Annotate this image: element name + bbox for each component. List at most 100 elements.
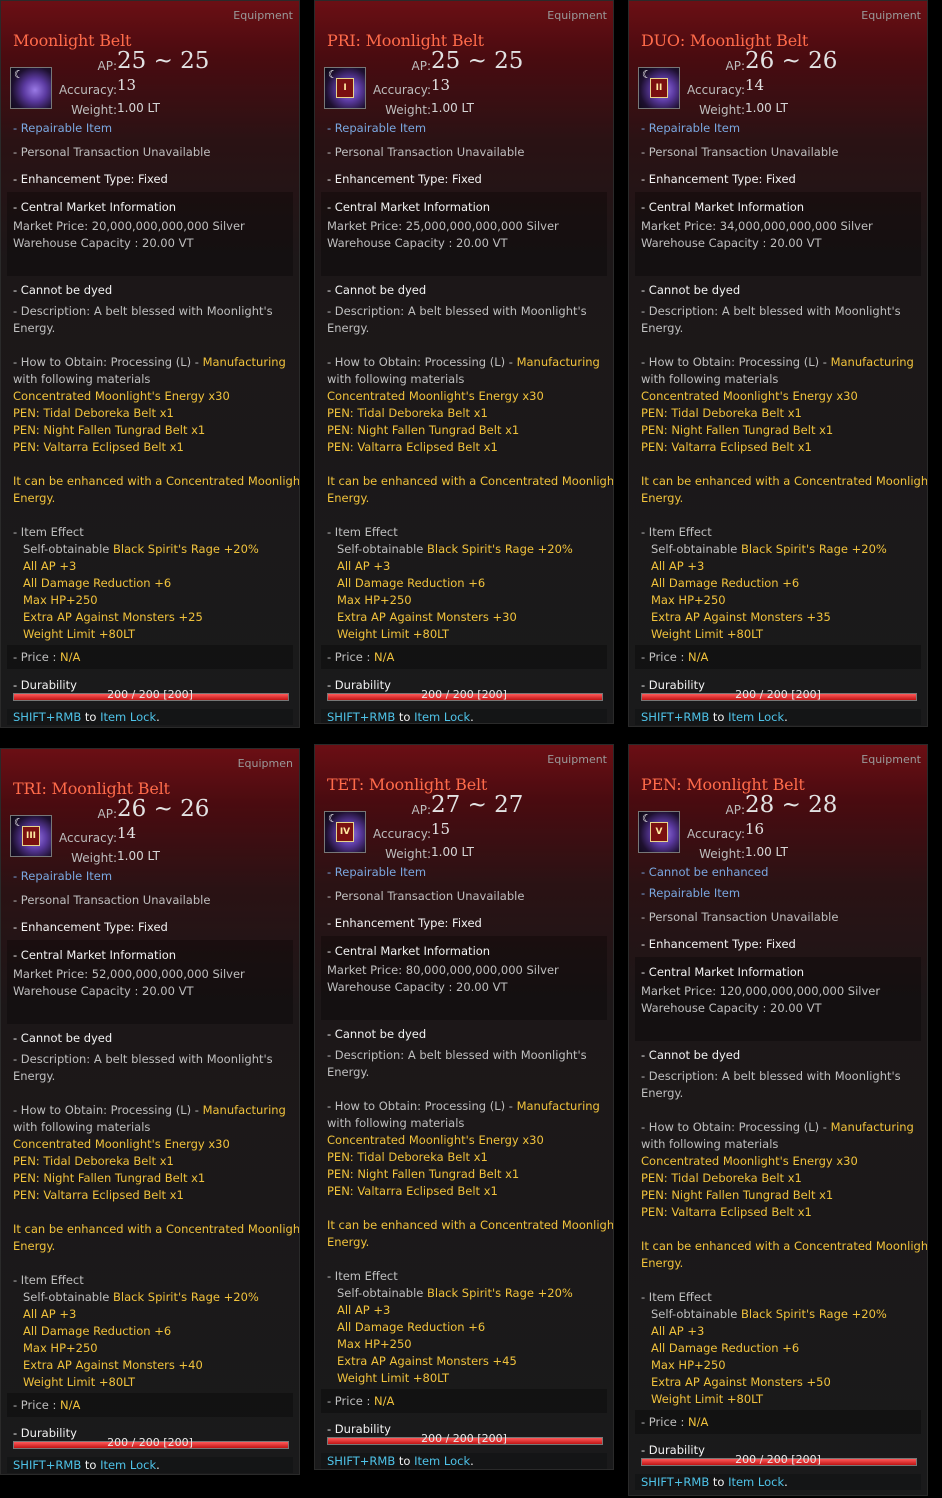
item-lock-hint-text: . bbox=[784, 1475, 788, 1489]
market-price: Market Price: 80,000,000,000,000 Silver bbox=[327, 963, 559, 977]
accuracy-value: 14 bbox=[745, 76, 765, 94]
material-1: Concentrated Moonlight's Energy x30 bbox=[641, 1154, 858, 1168]
description-line1-text: - Description: A belt blessed with Moonl… bbox=[641, 1069, 901, 1083]
weight-label: Weight: bbox=[385, 103, 431, 117]
market-info-title: - Central Market Information bbox=[641, 200, 804, 214]
material-1: Concentrated Moonlight's Energy x30 bbox=[327, 389, 544, 403]
cannot-enhance-text-text: - Cannot be enhanced bbox=[641, 865, 769, 879]
item-lock-hint-text: SHIFT+RMB bbox=[13, 710, 82, 724]
item-lock-hint-text: to bbox=[81, 1458, 101, 1472]
effect-weight-limit: Weight Limit +80LT bbox=[651, 627, 763, 641]
enhancement-type-text: - Enhancement Type: Fixed bbox=[641, 172, 796, 186]
obtain-line1-text: Manufacturing bbox=[202, 1103, 286, 1117]
enhance-note-line2: Energy. bbox=[13, 1239, 55, 1253]
effect-weight-limit-text: Weight Limit +80LT bbox=[337, 627, 450, 641]
effect-damage-reduction: All Damage Reduction +6 bbox=[23, 1324, 171, 1338]
item-lock-hint-text: SHIFT+RMB bbox=[327, 1454, 396, 1468]
material-3: PEN: Night Fallen Tungrad Belt x1 bbox=[327, 1167, 519, 1181]
market-info-title-text: - Central Market Information bbox=[327, 944, 491, 958]
accuracy-label: Accuracy: bbox=[373, 827, 431, 841]
durability-value: 200 / 200 [200] bbox=[107, 1436, 193, 1449]
effect-extra-ap-text: Extra AP Against Monsters +30 bbox=[337, 610, 517, 624]
material-1: Concentrated Moonlight's Energy x30 bbox=[641, 389, 858, 403]
enhancement-type-text: - Enhancement Type: Fixed bbox=[327, 172, 482, 186]
obtain-line1-text: - How to Obtain: Processing (L) - bbox=[327, 1099, 517, 1113]
enhance-note-line2-text: Energy. bbox=[13, 1239, 56, 1253]
item-lock-hint-text: Item Lock bbox=[100, 710, 157, 724]
transaction-text-text: - Personal Transaction Unavailable bbox=[641, 910, 839, 924]
warehouse-capacity: Warehouse Capacity : 20.00 VT bbox=[13, 984, 193, 998]
item-lock-hint: SHIFT+RMB to Item Lock. bbox=[321, 1453, 607, 1469]
price-row-text: - Price : bbox=[641, 1415, 689, 1429]
material-2-text: PEN: Tidal Deboreka Belt x1 bbox=[641, 406, 802, 420]
enhancement-type-text-text: - Enhancement Type: Fixed bbox=[13, 172, 168, 186]
effect-all-ap-text: All AP +3 bbox=[23, 1307, 77, 1321]
description-line2: Energy. bbox=[641, 1086, 683, 1100]
effect-all-ap: All AP +3 bbox=[651, 1324, 704, 1338]
effect-max-hp: Max HP+250 bbox=[651, 1358, 726, 1372]
effect-damage-reduction: All Damage Reduction +6 bbox=[651, 1341, 799, 1355]
ap-value: 25 ~ 25 bbox=[117, 48, 210, 74]
repairable-text: - Repairable Item bbox=[13, 121, 112, 135]
description-line1-text: - Description: A belt blessed with Moonl… bbox=[641, 304, 901, 318]
obtain-line2-text: with following materials bbox=[13, 1120, 151, 1134]
market-price: Market Price: 52,000,000,000,000 Silver bbox=[13, 967, 245, 981]
obtain-line2: with following materials bbox=[641, 1137, 778, 1151]
description-line2: Energy. bbox=[13, 321, 55, 335]
price-row-text: N/A bbox=[688, 1415, 709, 1429]
market-info-title: - Central Market Information bbox=[13, 200, 176, 214]
effect-extra-ap: Extra AP Against Monsters +30 bbox=[337, 610, 517, 624]
effect-max-hp: Max HP+250 bbox=[23, 1341, 98, 1355]
description-line2: Energy. bbox=[327, 1065, 369, 1079]
enhance-note-line1: It can be enhanced with a Concentrated M… bbox=[641, 1239, 928, 1253]
effect-extra-ap-text: Extra AP Against Monsters +45 bbox=[337, 1354, 517, 1368]
material-4: PEN: Valtarra Eclipsed Belt x1 bbox=[13, 440, 184, 454]
price-row-text: - Price : bbox=[327, 650, 375, 664]
dye-text-text: - Cannot be dyed bbox=[327, 1027, 427, 1041]
material-1-text: Concentrated Moonlight's Energy x30 bbox=[13, 389, 230, 403]
item-lock-hint-text: Item Lock bbox=[728, 710, 785, 724]
weight-label: Weight: bbox=[385, 847, 431, 861]
obtain-line1: - How to Obtain: Processing (L) - Manufa… bbox=[13, 1103, 286, 1117]
material-4-text: PEN: Valtarra Eclipsed Belt x1 bbox=[641, 440, 812, 454]
item-lock-hint-text: Item Lock bbox=[100, 1458, 157, 1472]
description-line2: Energy. bbox=[13, 1069, 55, 1083]
price-row-text: N/A bbox=[60, 650, 81, 664]
item-effect-title-text: - Item Effect bbox=[13, 525, 84, 539]
obtain-line1-text: - How to Obtain: Processing (L) - bbox=[641, 355, 831, 369]
enhancement-type-text-text: - Enhancement Type: Fixed bbox=[641, 172, 796, 186]
item-lock-hint-text: . bbox=[470, 1454, 474, 1468]
price-row-text: N/A bbox=[60, 1398, 81, 1412]
price-row: - Price : N/A bbox=[641, 1415, 708, 1429]
effect-extra-ap: Extra AP Against Monsters +35 bbox=[651, 610, 831, 624]
material-4-text: PEN: Valtarra Eclipsed Belt x1 bbox=[641, 1205, 812, 1219]
accuracy-value: 14 bbox=[117, 824, 137, 842]
effect-all-ap: All AP +3 bbox=[337, 559, 390, 573]
effect-rage: Self-obtainable Black Spirit's Rage +20% bbox=[23, 542, 259, 556]
material-3-text: PEN: Night Fallen Tungrad Belt x1 bbox=[327, 423, 520, 437]
warehouse-capacity-text: Warehouse Capacity : 20.00 VT bbox=[641, 236, 822, 250]
effect-rage: Self-obtainable Black Spirit's Rage +20% bbox=[337, 1286, 573, 1300]
price-row-text: - Price : bbox=[327, 1394, 375, 1408]
market-info-title: - Central Market Information bbox=[327, 944, 490, 958]
effect-weight-limit: Weight Limit +80LT bbox=[651, 1392, 763, 1406]
item-lock-hint-text: Item Lock bbox=[728, 1475, 785, 1489]
description-line2: Energy. bbox=[641, 321, 683, 335]
material-1: Concentrated Moonlight's Energy x30 bbox=[327, 1133, 544, 1147]
accuracy-label: Accuracy: bbox=[687, 83, 745, 97]
material-1-text: Concentrated Moonlight's Energy x30 bbox=[327, 389, 544, 403]
enhance-note-line2: Energy. bbox=[641, 491, 683, 505]
material-3: PEN: Night Fallen Tungrad Belt x1 bbox=[641, 423, 833, 437]
item-tooltip: Equipment PRI: Moonlight Belt ☾ I AP: 25… bbox=[314, 0, 614, 724]
warehouse-capacity-text: Warehouse Capacity : 20.00 VT bbox=[641, 1001, 822, 1015]
material-4-text: PEN: Valtarra Eclipsed Belt x1 bbox=[327, 1184, 498, 1198]
obtain-line2: with following materials bbox=[327, 1116, 464, 1130]
effect-rage-text: Self-obtainable bbox=[651, 1307, 742, 1321]
item-effect-title-text: - Item Effect bbox=[641, 1290, 712, 1304]
material-1: Concentrated Moonlight's Energy x30 bbox=[13, 1137, 230, 1151]
material-2: PEN: Tidal Deboreka Belt x1 bbox=[13, 406, 174, 420]
enhance-note-line1-text: It can be enhanced with a Concentrated M… bbox=[641, 1239, 928, 1253]
obtain-line1: - How to Obtain: Processing (L) - Manufa… bbox=[641, 355, 914, 369]
market-price-text: Market Price: 52,000,000,000,000 Silver bbox=[13, 967, 245, 981]
category-label: Equipment bbox=[547, 753, 607, 766]
